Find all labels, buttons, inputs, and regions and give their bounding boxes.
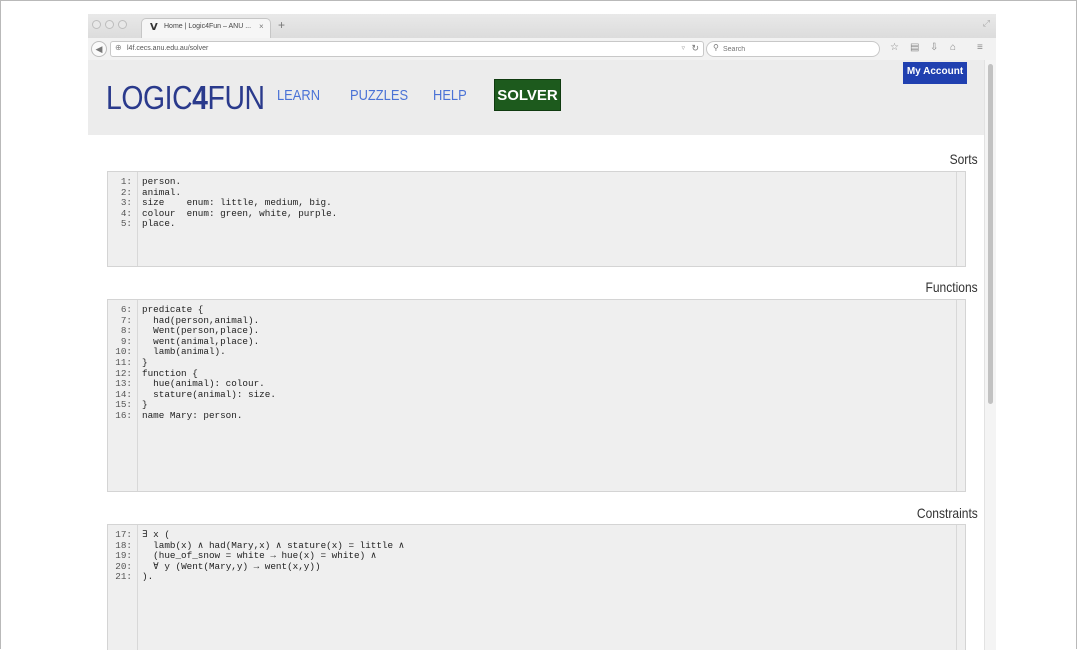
sorts-title: Sorts (949, 151, 978, 167)
functions-editor[interactable]: 6: predicate {7: had(person,animal). 8: We… (107, 299, 966, 492)
page-content: LOGIC4FUN LEARN PUZZLES HELP SOLVER My A… (88, 60, 984, 650)
site-logo[interactable]: LOGIC4FUN (106, 79, 265, 117)
code-text: had(person,animal). (142, 314, 260, 326)
code-line: 16: name Mary: person. (108, 409, 276, 422)
code-text: predicate { (142, 304, 204, 315)
search-icon: ⚲ (713, 43, 719, 52)
line-number: 6: (120, 304, 132, 315)
line-number: 21: (115, 571, 132, 583)
code-line: 17: ∃ x ( (108, 529, 404, 541)
fullscreen-icon[interactable]: ⤢ (983, 18, 990, 29)
site-header: LOGIC4FUN LEARN PUZZLES HELP SOLVER My A… (88, 60, 984, 135)
line-number: 5: (120, 218, 132, 230)
line-number: 1: (120, 176, 132, 187)
editor-rail (956, 525, 957, 650)
download-icon[interactable]: ⇩ (930, 42, 938, 53)
code-lines: 6: predicate {7: had(person,animal). 8: We… (108, 304, 276, 422)
navigation-bar: ◀ ⊕ l4f.cecs.anu.edu.au/solver ▿ ↻ ⚲ ☆ ▤… (88, 38, 996, 61)
logo-text-4: 4 (192, 79, 208, 116)
code-text: function { (142, 367, 198, 379)
star-icon[interactable]: ☆ (890, 42, 899, 53)
code-text: person. (142, 176, 182, 187)
globe-icon: ⊕ (115, 43, 122, 52)
code-line: 21:). (108, 572, 404, 583)
code-text: } (142, 356, 148, 368)
minimize-window-button[interactable] (105, 20, 114, 29)
nav-solver[interactable]: SOLVER (494, 79, 561, 111)
url-bar[interactable]: ⊕ l4f.cecs.anu.edu.au/solver ▿ ↻ (110, 41, 704, 57)
logo-text-logic: LOGIC (106, 79, 193, 116)
my-account-button[interactable]: My Account (903, 62, 967, 84)
code-text: stature(animal): size. (142, 388, 276, 400)
page-scrollbar[interactable] (984, 60, 996, 650)
logo-text-fun: FUN (207, 79, 265, 116)
code-line: 6: predicate { (108, 304, 276, 316)
constraints-editor[interactable]: 17: ∃ x (18: lamb(x) ∧ had(Mary,x) ∧ stat… (107, 524, 966, 650)
back-icon[interactable]: ◀ (91, 41, 107, 57)
code-text: place. (142, 218, 176, 230)
code-text: size enum: little, medium, big. (142, 197, 332, 209)
nav-puzzles[interactable]: PUZZLES (350, 87, 408, 104)
code-text: (hue_of_snow = white → hue(x) = white) ∧ (142, 550, 377, 562)
code-line: 1: person. (108, 176, 337, 188)
code-lines: 17: ∃ x (18: lamb(x) ∧ had(Mary,x) ∧ stat… (108, 529, 405, 583)
tab-close-icon[interactable]: × (259, 22, 264, 31)
search-box[interactable]: ⚲ (706, 41, 880, 57)
constraints-title: Constraints (917, 505, 978, 521)
code-text: lamb(animal). (142, 346, 226, 358)
reload-icon[interactable]: ↻ (691, 43, 699, 54)
code-text: lamb(x) ∧ had(Mary,x) ∧ stature(x) = lit… (142, 539, 405, 551)
favicon-icon: V (150, 22, 158, 33)
code-text: Went(person,place). (142, 325, 260, 337)
sorts-editor[interactable]: 1: person. 2: animal. 3: size enum: little, m… (107, 171, 966, 267)
title-bar: V Home | Logic4Fun – ANU ... × + ⤢ (88, 14, 996, 38)
url-text[interactable]: l4f.cecs.anu.edu.au/solver (127, 45, 208, 52)
code-text: ∃ x ( (142, 529, 170, 540)
code-line: 5: place. (108, 219, 337, 230)
new-tab-button[interactable]: + (278, 18, 285, 32)
functions-title: Functions (925, 279, 978, 295)
zoom-window-button[interactable] (118, 20, 127, 29)
editor-rail (956, 300, 957, 491)
nav-learn[interactable]: LEARN (277, 87, 320, 104)
code-line: 11:} (108, 356, 276, 369)
code-text: name Mary: person. (142, 409, 243, 421)
line-number: 11: (115, 356, 132, 368)
scrollbar-thumb[interactable] (988, 64, 993, 404)
line-number: 16: (115, 409, 132, 421)
library-icon[interactable]: ▤ (910, 42, 919, 53)
code-text: hue(animal): colour. (142, 378, 265, 390)
search-input[interactable] (723, 43, 873, 55)
line-number: 17: (115, 529, 132, 540)
browser-tab[interactable]: V Home | Logic4Fun – ANU ... × (141, 18, 271, 38)
code-text: animal. (142, 186, 182, 198)
editor-rail (956, 172, 957, 266)
dropdown-icon[interactable]: ▿ (681, 44, 685, 52)
nav-help[interactable]: HELP (433, 87, 467, 104)
code-text: ). (142, 571, 154, 583)
code-lines: 1: person. 2: animal. 3: size enum: little, m… (108, 176, 338, 230)
code-text: } (142, 399, 148, 411)
code-text: colour enum: green, white, purple. (142, 207, 338, 219)
code-text: ∀ y (Went(Mary,y) → went(x,y)) (142, 560, 321, 572)
browser-window: V Home | Logic4Fun – ANU ... × + ⤢ ◀ ⊕ l… (88, 14, 996, 650)
close-window-button[interactable] (92, 20, 101, 29)
code-text: went(animal,place). (142, 335, 260, 347)
tab-title: Home | Logic4Fun – ANU ... (164, 23, 252, 30)
home-icon[interactable]: ⌂ (950, 42, 956, 53)
menu-icon[interactable]: ≡ (977, 42, 983, 53)
